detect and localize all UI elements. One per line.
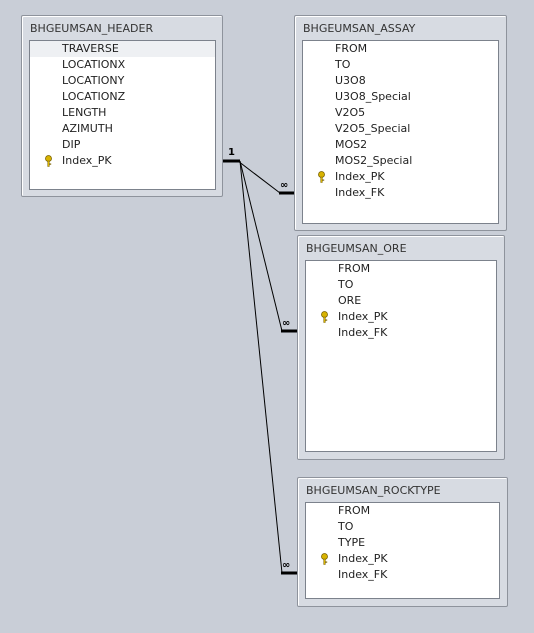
- field-locationx[interactable]: LOCATIONX: [30, 57, 215, 73]
- field-index-fk[interactable]: Index_FK: [306, 325, 496, 341]
- table-title[interactable]: BHGEUMSAN_ORE: [306, 242, 407, 255]
- field-list[interactable]: FROM TO ORE Index_PK Index_FK: [305, 260, 497, 452]
- field-dip[interactable]: DIP: [30, 137, 215, 153]
- primary-key-icon: [45, 155, 52, 167]
- header-to-rocktype-line: [239, 160, 283, 574]
- field-from[interactable]: FROM: [306, 261, 496, 277]
- field-index-pk[interactable]: Index_PK: [306, 309, 496, 325]
- table-bhgeumsan-ore[interactable]: BHGEUMSAN_ORE FROM TO ORE Index_PK Index…: [297, 235, 505, 460]
- field-list[interactable]: TRAVERSE LOCATIONX LOCATIONY LOCATIONZ L…: [29, 40, 216, 190]
- field-index-pk[interactable]: Index_PK: [303, 169, 498, 185]
- field-to[interactable]: TO: [303, 57, 498, 73]
- field-locationz[interactable]: LOCATIONZ: [30, 89, 215, 105]
- table-title[interactable]: BHGEUMSAN_ROCKTYPE: [306, 484, 441, 497]
- field-index-fk[interactable]: Index_FK: [306, 567, 499, 583]
- field-length[interactable]: LENGTH: [30, 105, 215, 121]
- field-index-pk[interactable]: Index_PK: [30, 153, 215, 169]
- table-title[interactable]: BHGEUMSAN_ASSAY: [303, 22, 415, 35]
- field-traverse[interactable]: TRAVERSE: [30, 41, 215, 57]
- table-bhgeumsan-rocktype[interactable]: BHGEUMSAN_ROCKTYPE FROM TO TYPE Index_PK…: [297, 477, 508, 607]
- primary-key-icon: [321, 311, 328, 323]
- field-v2o5[interactable]: V2O5: [303, 105, 498, 121]
- field-type[interactable]: TYPE: [306, 535, 499, 551]
- rocktype-many-cardinality-label: ∞: [282, 560, 291, 571]
- field-ore[interactable]: ORE: [306, 293, 496, 309]
- field-mos2-special[interactable]: MOS2_Special: [303, 153, 498, 169]
- assay-many-cardinality-label: ∞: [280, 180, 289, 191]
- table-bhgeumsan-header[interactable]: BHGEUMSAN_HEADER TRAVERSE LOCATIONX LOCA…: [21, 15, 223, 197]
- field-to[interactable]: TO: [306, 519, 499, 535]
- field-from[interactable]: FROM: [306, 503, 499, 519]
- field-v2o5-special[interactable]: V2O5_Special: [303, 121, 498, 137]
- field-mos2[interactable]: MOS2: [303, 137, 498, 153]
- field-list[interactable]: FROM TO U3O8 U3O8_Special V2O5 V2O5_Spec…: [302, 40, 499, 224]
- one-cardinality-label: 1: [228, 147, 235, 158]
- relationships-canvas[interactable]: 1 ∞ ∞ ∞ BHGEUMSAN_HEADER TRAVERSE LOCATI…: [0, 0, 534, 633]
- field-list[interactable]: FROM TO TYPE Index_PK Index_FK: [305, 502, 500, 599]
- field-index-pk[interactable]: Index_PK: [306, 551, 499, 567]
- ore-many-cardinality-label: ∞: [282, 318, 291, 329]
- field-index-fk[interactable]: Index_FK: [303, 185, 498, 201]
- field-from[interactable]: FROM: [303, 41, 498, 57]
- field-to[interactable]: TO: [306, 277, 496, 293]
- primary-key-icon: [318, 171, 325, 183]
- primary-key-icon: [321, 553, 328, 565]
- header-to-ore-line: [239, 160, 283, 332]
- field-u3o8[interactable]: U3O8: [303, 73, 498, 89]
- field-u3o8-special[interactable]: U3O8_Special: [303, 89, 498, 105]
- field-locationy[interactable]: LOCATIONY: [30, 73, 215, 89]
- table-bhgeumsan-assay[interactable]: BHGEUMSAN_ASSAY FROM TO U3O8 U3O8_Specia…: [294, 15, 507, 231]
- field-azimuth[interactable]: AZIMUTH: [30, 121, 215, 137]
- table-title[interactable]: BHGEUMSAN_HEADER: [30, 22, 153, 35]
